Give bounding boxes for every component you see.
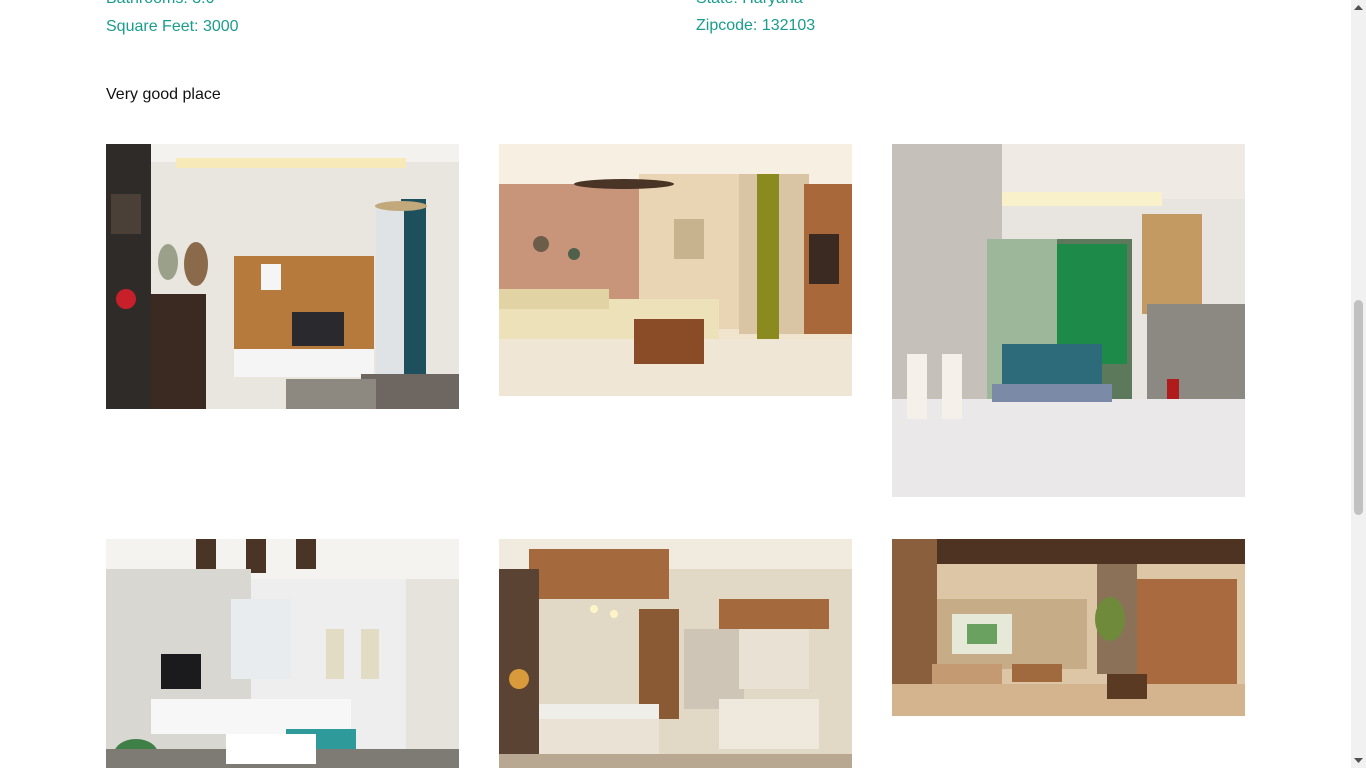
gallery-photo-6[interactable] [892, 539, 1245, 716]
chevron-down-icon[interactable] [1351, 753, 1366, 768]
vertical-scrollbar[interactable] [1351, 0, 1366, 768]
property-detail-page: Bathrooms: 3.0 Square Feet: 3000 State: … [0, 0, 1351, 768]
scrollbar-thumb[interactable] [1354, 300, 1363, 515]
gallery-photo-5[interactable] [499, 539, 852, 768]
gallery-photo-4[interactable] [106, 539, 459, 768]
state-detail: State: Haryana [696, 0, 803, 9]
bathrooms-detail: Bathrooms: 3.0 [106, 0, 215, 9]
zipcode-detail: Zipcode: 132103 [696, 17, 816, 34]
gallery-photo-1[interactable] [106, 144, 459, 409]
gallery-photo-2[interactable] [499, 144, 852, 396]
square-feet-detail: Square Feet: 3000 [106, 18, 239, 35]
chevron-up-icon[interactable] [1351, 0, 1366, 15]
property-description: Very good place [106, 86, 221, 103]
gallery-photo-3[interactable] [892, 144, 1245, 497]
